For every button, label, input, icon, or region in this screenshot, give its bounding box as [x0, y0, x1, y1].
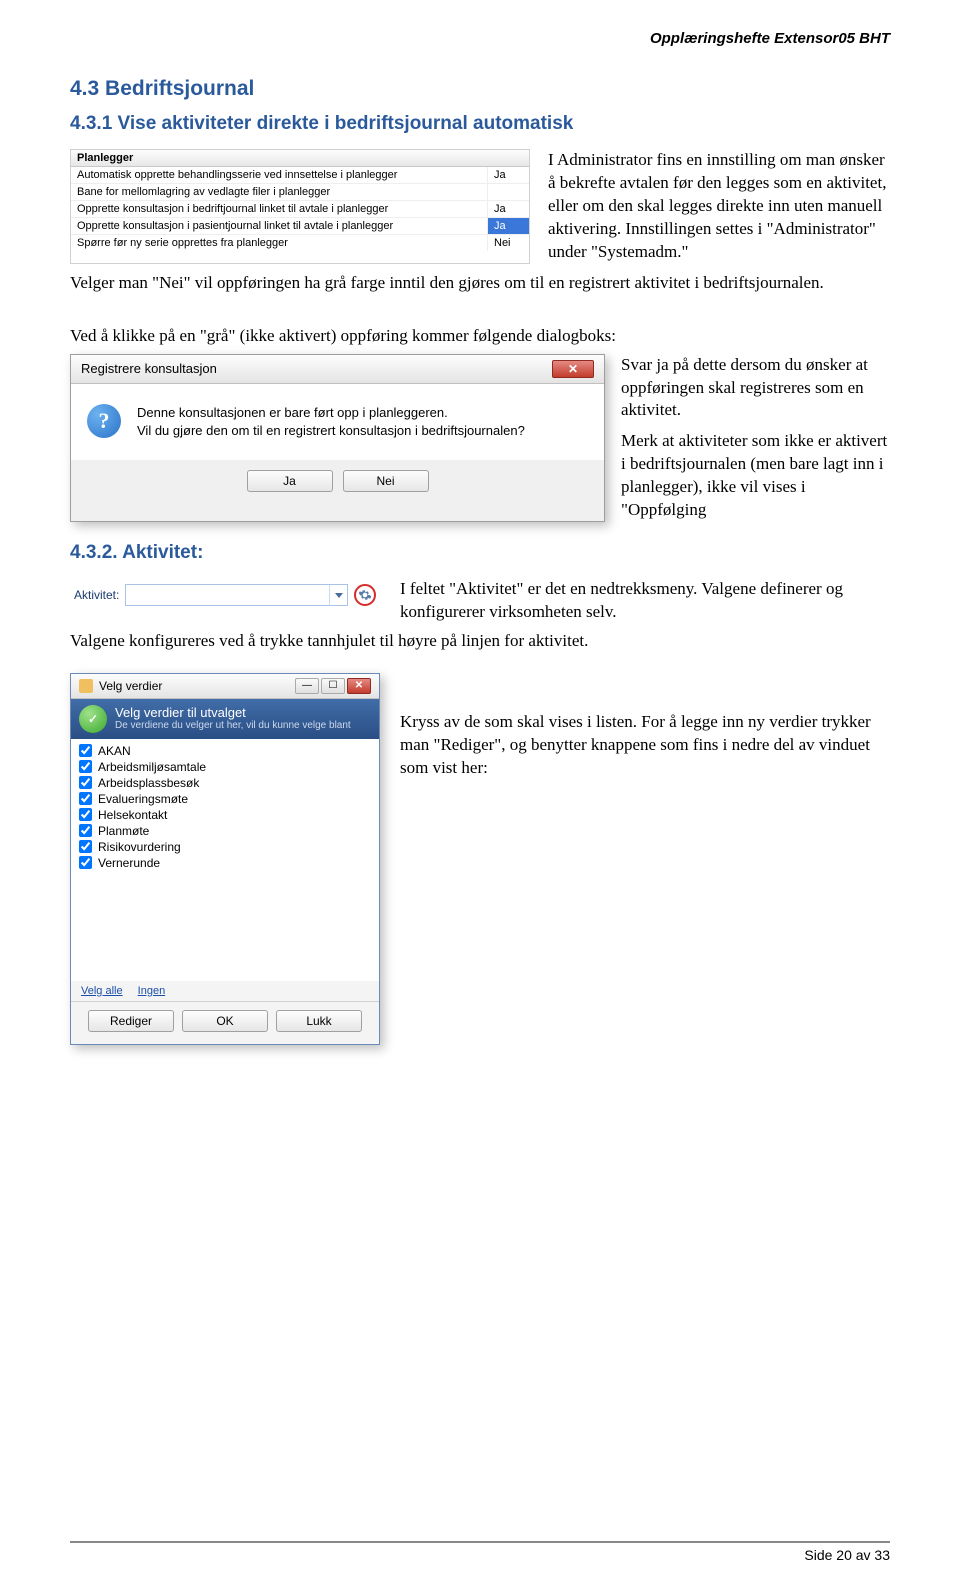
list-item[interactable]: Arbeidsmiljøsamtale: [79, 759, 371, 775]
checkmark-icon: ✓: [79, 705, 107, 733]
gear-button-circled[interactable]: [354, 584, 376, 606]
checkbox[interactable]: [79, 840, 92, 853]
aktivitet-label: Aktivitet:: [74, 588, 119, 602]
checkbox[interactable]: [79, 760, 92, 773]
list-item[interactable]: Helsekontakt: [79, 807, 371, 823]
gear-icon: [358, 588, 372, 602]
close-button[interactable]: Lukk: [276, 1010, 362, 1032]
edit-button[interactable]: Rediger: [88, 1010, 174, 1032]
aktivitet-dropdown[interactable]: [125, 584, 348, 606]
list-item[interactable]: Planmøte: [79, 823, 371, 839]
confirm-dialog: Registrere konsultasjon ✕ ? Denne konsul…: [70, 354, 605, 523]
page-footer: Side 20 av 33: [70, 1541, 890, 1563]
ok-button[interactable]: OK: [182, 1010, 268, 1032]
setting-value[interactable]: [487, 184, 529, 200]
setting-value[interactable]: Ja: [487, 201, 529, 217]
paragraph: Kryss av de som skal vises i listen. For…: [400, 673, 890, 1045]
section-title: 4.3 Bedriftsjournal: [70, 77, 890, 101]
list-item-label: Vernerunde: [98, 856, 160, 870]
selection-links: Velg alle Ingen: [71, 981, 379, 1001]
dialog-line: Vil du gjøre den om til en registrert ko…: [137, 422, 525, 440]
checkbox[interactable]: [79, 856, 92, 869]
table-row: Spørre før ny serie opprettes fra planle…: [71, 235, 529, 251]
table-header: Planlegger: [71, 150, 529, 167]
window-title: Velg verdier: [99, 679, 295, 693]
list-item-label: Helsekontakt: [98, 808, 167, 822]
close-button[interactable]: ✕: [552, 360, 594, 378]
setting-label: Opprette konsultasjon i bedriftjournal l…: [71, 201, 487, 217]
window-icon: [79, 679, 93, 693]
paragraph: Ved å klikke på en "grå" (ikke aktivert)…: [70, 325, 890, 348]
banner-title: Velg verdier til utvalget: [115, 705, 351, 720]
aktivitet-field: Aktivitet:: [70, 578, 380, 612]
select-values-window: Velg verdier — ☐ ✕ ✓ Velg verdier til ut…: [70, 673, 380, 1045]
list-item[interactable]: Risikovurdering: [79, 839, 371, 855]
paragraph: Valgene konfigureres ved å trykke tannhj…: [70, 630, 890, 653]
list-item-label: Evalueringsmøte: [98, 792, 188, 806]
dialog-titlebar: Registrere konsultasjon ✕: [71, 355, 604, 384]
paragraph: Velger man "Nei" vil oppføringen ha grå …: [70, 272, 890, 295]
setting-value[interactable]: Ja: [487, 167, 529, 183]
dialog-title: Registrere konsultasjon: [81, 361, 217, 376]
maximize-button[interactable]: ☐: [321, 678, 345, 694]
list-item-label: Arbeidsmiljøsamtale: [98, 760, 206, 774]
close-icon: ✕: [568, 362, 578, 376]
paragraph: Merk at aktiviteter som ikke er aktivert…: [621, 430, 890, 522]
yes-button[interactable]: Ja: [247, 470, 333, 492]
dialog-line: Denne konsultasjonen er bare ført opp i …: [137, 404, 525, 422]
window-titlebar: Velg verdier — ☐ ✕: [71, 674, 379, 699]
paragraph: Svar ja på dette dersom du ønsker at opp…: [621, 354, 890, 423]
document-header: Opplæringshefte Extensor05 BHT: [70, 30, 890, 47]
table-row: Opprette konsultasjon i bedriftjournal l…: [71, 201, 529, 218]
checkbox-list: AKAN Arbeidsmiljøsamtale Arbeidsplassbes…: [71, 739, 379, 981]
checkbox[interactable]: [79, 792, 92, 805]
list-item-label: AKAN: [98, 744, 131, 758]
paragraph: I Administrator fins en innstilling om m…: [548, 149, 890, 264]
chevron-down-icon: [329, 585, 347, 605]
list-item[interactable]: Arbeidsplassbesøk: [79, 775, 371, 791]
checkbox[interactable]: [79, 824, 92, 837]
setting-value-selected[interactable]: Ja: [487, 218, 529, 234]
list-item-label: Risikovurdering: [98, 840, 181, 854]
list-item-label: Arbeidsplassbesøk: [98, 776, 199, 790]
setting-value[interactable]: Nei: [487, 235, 529, 251]
list-item-label: Planmøte: [98, 824, 149, 838]
paragraph: I feltet "Aktivitet" er det en nedtrekks…: [400, 578, 890, 624]
setting-label: Opprette konsultasjon i pasientjournal l…: [71, 218, 487, 234]
table-row: Automatisk opprette behandlingsserie ved…: [71, 167, 529, 184]
select-all-link[interactable]: Velg alle: [81, 985, 123, 997]
close-button[interactable]: ✕: [347, 678, 371, 694]
minimize-button[interactable]: —: [295, 678, 319, 694]
list-item[interactable]: AKAN: [79, 743, 371, 759]
question-icon: ?: [87, 404, 121, 438]
checkbox[interactable]: [79, 776, 92, 789]
table-row: Opprette konsultasjon i pasientjournal l…: [71, 218, 529, 235]
dialog-message: Denne konsultasjonen er bare ført opp i …: [137, 404, 525, 440]
setting-label: Spørre før ny serie opprettes fra planle…: [71, 235, 487, 251]
table-row: Bane for mellomlagring av vedlagte filer…: [71, 184, 529, 201]
banner-subtitle: De verdiene du velger ut her, vil du kun…: [115, 720, 351, 731]
list-item[interactable]: Evalueringsmøte: [79, 791, 371, 807]
no-button[interactable]: Nei: [343, 470, 429, 492]
setting-label: Automatisk opprette behandlingsserie ved…: [71, 167, 487, 183]
planlegger-settings-table: Planlegger Automatisk opprette behandlin…: [70, 149, 530, 264]
list-item[interactable]: Vernerunde: [79, 855, 371, 871]
subsection-title-2: 4.3.2. Aktivitet:: [70, 542, 890, 564]
subsection-title-1: 4.3.1 Vise aktiviteter direkte i bedrift…: [70, 113, 890, 135]
checkbox[interactable]: [79, 808, 92, 821]
checkbox[interactable]: [79, 744, 92, 757]
select-none-link[interactable]: Ingen: [138, 985, 166, 997]
window-banner: ✓ Velg verdier til utvalget De verdiene …: [71, 699, 379, 739]
setting-label: Bane for mellomlagring av vedlagte filer…: [71, 184, 487, 200]
